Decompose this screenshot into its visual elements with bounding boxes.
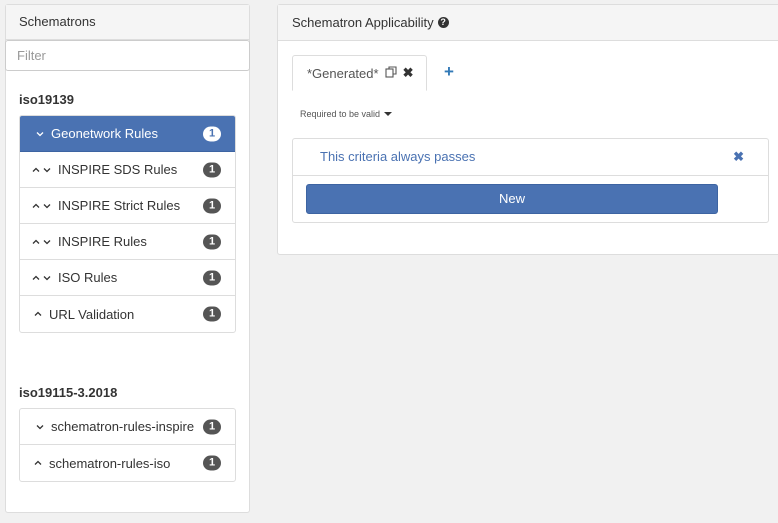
chevron-down-icon[interactable] <box>43 167 52 173</box>
schematron-item-inspire-strict-rules[interactable]: INSPIRE Strict Rules 1 <box>20 188 235 224</box>
plus-icon[interactable]: + <box>442 63 456 80</box>
chevron-up-icon[interactable] <box>34 311 43 317</box>
schematron-item-inspire-rules[interactable]: INSPIRE Rules 1 <box>20 224 235 260</box>
criteria-list: This criteria always passes ✖ New <box>292 138 769 223</box>
applicability-panel: Schematron Applicability ? *Generated* ✖… <box>277 4 778 255</box>
schematron-list-iso19139: Geonetwork Rules 1 INSPIRE SDS Rules 1 I… <box>19 115 236 333</box>
count-badge: 1 <box>203 270 221 285</box>
tab-label: *Generated* <box>307 65 379 81</box>
schematron-item-label: schematron-rules-iso <box>49 455 171 471</box>
schematron-item-url-validation[interactable]: URL Validation 1 <box>20 296 235 332</box>
schematron-item-label: ISO Rules <box>58 270 118 285</box>
caret-down-icon <box>384 112 393 116</box>
chevron-down-icon[interactable] <box>36 424 45 430</box>
chevron-down-icon[interactable] <box>43 239 52 245</box>
new-criteria-button[interactable]: New <box>306 184 718 214</box>
chevron-up-icon[interactable] <box>32 203 41 209</box>
criteria-tabs: *Generated* ✖ + <box>292 55 778 91</box>
filter-input[interactable] <box>5 40 250 71</box>
schematron-item-rules-inspire[interactable]: schematron-rules-inspire 1 <box>20 409 235 445</box>
count-badge: 1 <box>203 234 221 249</box>
schematron-item-inspire-sds-rules[interactable]: INSPIRE SDS Rules 1 <box>20 152 235 188</box>
schematron-item-label: schematron-rules-inspire <box>51 419 195 434</box>
schematron-item-rules-iso[interactable]: schematron-rules-iso 1 <box>20 445 235 481</box>
chevron-up-icon[interactable] <box>32 239 41 245</box>
requirement-dropdown-label: Required to be valid <box>300 109 381 119</box>
schematron-item-iso-rules[interactable]: ISO Rules 1 <box>20 260 235 296</box>
schematron-item-label: URL Validation <box>49 306 135 322</box>
schematron-item-label: Geonetwork Rules <box>51 126 158 141</box>
count-badge: 1 <box>203 455 221 471</box>
applicability-panel-header: Schematron Applicability ? <box>278 5 778 41</box>
chevron-down-icon[interactable] <box>43 203 52 209</box>
schematron-item-label: INSPIRE SDS Rules <box>58 162 178 177</box>
chevron-up-icon[interactable] <box>32 275 41 281</box>
count-badge: 1 <box>203 306 221 322</box>
schematrons-panel-title: Schematrons <box>6 5 249 40</box>
schematrons-panel: Schematrons iso19139 Geonetwork Rules 1 … <box>5 4 250 513</box>
chevron-down-icon[interactable] <box>36 131 45 137</box>
schematron-list-iso19115: schematron-rules-inspire 1 schematron-ru… <box>19 408 236 482</box>
group-title-iso19139: iso19139 <box>19 92 74 107</box>
count-badge: 1 <box>203 162 221 177</box>
count-badge: 1 <box>203 126 221 141</box>
schematron-item-label: INSPIRE Rules <box>58 234 147 249</box>
tab-generated[interactable]: *Generated* ✖ <box>292 55 427 91</box>
group-title-iso19115: iso19115-3.2018 <box>19 385 118 400</box>
copy-icon[interactable] <box>385 65 397 81</box>
schematron-item-geonetwork-rules[interactable]: Geonetwork Rules 1 <box>20 116 235 152</box>
close-icon[interactable]: ✖ <box>403 65 414 81</box>
chevron-up-icon[interactable] <box>32 167 41 173</box>
count-badge: 1 <box>203 419 221 434</box>
criteria-label: This criteria always passes <box>320 149 476 164</box>
question-circle-icon[interactable]: ? <box>437 17 449 28</box>
schematron-item-label: INSPIRE Strict Rules <box>58 198 181 213</box>
criteria-item[interactable]: This criteria always passes ✖ <box>293 139 768 176</box>
chevron-up-icon[interactable] <box>34 460 43 466</box>
requirement-dropdown[interactable]: Required to be valid <box>300 109 393 119</box>
remove-criteria-icon[interactable]: ✖ <box>733 149 744 165</box>
chevron-down-icon[interactable] <box>43 275 52 281</box>
applicability-panel-title: Schematron Applicability <box>292 15 434 30</box>
count-badge: 1 <box>203 198 221 213</box>
